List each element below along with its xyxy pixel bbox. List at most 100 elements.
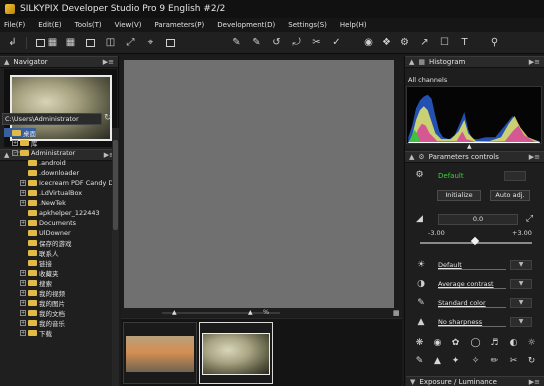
vignette-icon[interactable]: ◯	[470, 338, 481, 349]
menu-file[interactable]: File(F)	[4, 21, 25, 29]
tone-dropdown[interactable]: ▼	[510, 279, 532, 289]
menu-view[interactable]: View(V)	[115, 21, 142, 29]
tree-item[interactable]: UlDowner	[20, 228, 71, 237]
fit-icon[interactable]: ⌖	[144, 36, 157, 49]
sparkle-icon[interactable]: ✧	[470, 356, 481, 367]
thumbnail-1[interactable]	[123, 322, 197, 384]
sharpness-value[interactable]: No sharpness	[438, 317, 506, 327]
develop-icon[interactable]: ⚙	[398, 36, 411, 49]
panel-menu-icon[interactable]: ▶≡	[529, 153, 540, 161]
panel-menu-icon[interactable]: ▶≡	[103, 58, 114, 66]
tone-value[interactable]: Average contrast	[438, 279, 506, 289]
expand-toggle-icon[interactable]: +	[20, 189, 26, 196]
batch-icon[interactable]: ☐	[438, 36, 451, 49]
tree-item[interactable]: + 我的音乐	[20, 318, 65, 328]
tree-item[interactable]: + 收藏夹	[20, 268, 59, 278]
expand-toggle-icon[interactable]: +	[20, 309, 26, 316]
auto-adjust-button[interactable]: Auto adj.	[490, 190, 530, 201]
menu-development[interactable]: Development(D)	[217, 21, 275, 29]
rotate-icon[interactable]: ↺	[270, 36, 283, 49]
menu-parameters[interactable]: Parameters(P)	[155, 21, 205, 29]
brush-icon[interactable]: ✏	[489, 356, 500, 367]
initialize-button[interactable]: Initialize	[437, 190, 481, 201]
highlight-icon[interactable]: ☼	[526, 338, 537, 349]
panel-menu-icon[interactable]: ▶≡	[529, 58, 540, 66]
compare-view-icon[interactable]: ▦	[46, 36, 59, 49]
frame-view-icon[interactable]	[84, 36, 97, 49]
expand-toggle-icon[interactable]: +	[20, 219, 26, 226]
lens-icon[interactable]: ◉	[432, 338, 443, 349]
taste-dropdown[interactable]	[504, 171, 526, 181]
expand-icon[interactable]: ▦	[393, 309, 400, 317]
preview-canvas[interactable]	[124, 60, 394, 308]
tree-item[interactable]: apkhelper_122443	[20, 208, 100, 217]
fish-icon[interactable]: ✦	[450, 356, 461, 367]
tree-item[interactable]: + 搜索	[20, 278, 52, 288]
exposure-resize-icon[interactable]: ⤢	[524, 214, 535, 225]
tree-item[interactable]: + Documents	[20, 218, 76, 227]
tree-item[interactable]: + 库	[12, 138, 38, 148]
collapse-icon[interactable]: ▲	[4, 58, 9, 66]
rotate-tool-icon[interactable]: ↻	[526, 356, 537, 367]
split-view-icon[interactable]: ◫	[104, 36, 117, 49]
histogram-channel[interactable]: All channels	[408, 76, 447, 84]
expand-icon[interactable]: ▼	[410, 378, 415, 386]
tone-icon[interactable]: ◑	[416, 279, 426, 289]
tree-scrollbar-thumb[interactable]	[113, 140, 118, 230]
tilt-icon[interactable]: ⤾	[290, 36, 303, 49]
color-icon[interactable]: ✎	[416, 298, 426, 308]
taste-value[interactable]: Default	[438, 171, 502, 181]
tree-item[interactable]: + 我的视频	[20, 288, 65, 298]
noise-icon[interactable]: ❋	[414, 338, 425, 349]
tree-item[interactable]: + 下载	[20, 328, 52, 338]
tree-item[interactable]: + 我的图片	[20, 298, 65, 308]
white-balance-value[interactable]: Default	[438, 260, 506, 270]
menu-edit[interactable]: Edit(E)	[38, 21, 61, 29]
filter-icon[interactable]: ▲	[432, 356, 443, 367]
color-value[interactable]: Standard color	[438, 298, 506, 308]
expand-toggle-icon[interactable]: +	[20, 289, 26, 296]
expand-toggle-icon[interactable]: +	[20, 269, 26, 276]
white-balance-dropdown[interactable]: ▼	[510, 260, 532, 270]
sharpness-icon[interactable]: ▲	[416, 317, 426, 327]
expand-toggle-icon[interactable]: +	[20, 319, 26, 326]
stamp-icon[interactable]: ❖	[380, 36, 393, 49]
tree-item[interactable]: .downloader	[20, 168, 79, 177]
tree-item[interactable]: - Administrator	[12, 148, 75, 157]
tree-item[interactable]: 保存的游戏	[20, 238, 72, 248]
menu-help[interactable]: Help(H)	[340, 21, 367, 29]
expand-toggle-icon[interactable]: +	[12, 139, 18, 146]
collapse-icon[interactable]: ▲	[409, 58, 414, 66]
text-tool-icon[interactable]: T	[458, 36, 471, 49]
refresh-icon[interactable]: ↻	[104, 113, 112, 123]
tree-item[interactable]: + .NewTek	[20, 198, 66, 207]
grid-view-icon[interactable]: ▦	[64, 36, 77, 49]
white-balance-picker-icon[interactable]: ✎	[230, 36, 243, 49]
exposure-value[interactable]: 0.0	[438, 214, 518, 225]
back-icon[interactable]: ↲	[6, 36, 19, 49]
thumbnail-2[interactable]	[199, 322, 273, 384]
expand-toggle-icon[interactable]: +	[20, 279, 26, 286]
taste-gear-icon[interactable]: ⚙	[414, 170, 425, 181]
tree-item[interactable]: + Icecream PDF Candy De	[20, 178, 117, 187]
dropper-icon[interactable]: ✎	[414, 356, 425, 367]
color-dropdown[interactable]: ▼	[510, 298, 532, 308]
tree-item[interactable]: 桌面	[4, 128, 36, 138]
white-balance-icon[interactable]: ☀	[416, 260, 426, 270]
hsl-icon[interactable]: ◐	[508, 338, 519, 349]
zoom-slider-left-icon[interactable]: ▲	[172, 309, 177, 316]
zoom-slider-right-icon[interactable]: ▲	[248, 309, 253, 316]
fullscreen-icon[interactable]: ⤢	[124, 36, 137, 49]
gray-picker-icon[interactable]: ✎	[250, 36, 263, 49]
folder-path-field[interactable]: C:\Users\Administrator	[2, 113, 102, 125]
panel-menu-icon[interactable]: ▶≡	[529, 378, 540, 386]
crop-tool-icon[interactable]: ✂	[508, 356, 519, 367]
aperture-icon[interactable]: ✿	[450, 338, 461, 349]
spot-removal-icon[interactable]: ◉	[362, 36, 375, 49]
tree-item[interactable]: + 我的文档	[20, 308, 65, 318]
expand-toggle-icon[interactable]: +	[20, 299, 26, 306]
exposure-icon[interactable]: ◢	[414, 214, 425, 225]
chromatic-icon[interactable]: ♬	[489, 338, 500, 349]
export-icon[interactable]: ↗	[418, 36, 431, 49]
tree-item[interactable]: 链接	[20, 258, 52, 268]
